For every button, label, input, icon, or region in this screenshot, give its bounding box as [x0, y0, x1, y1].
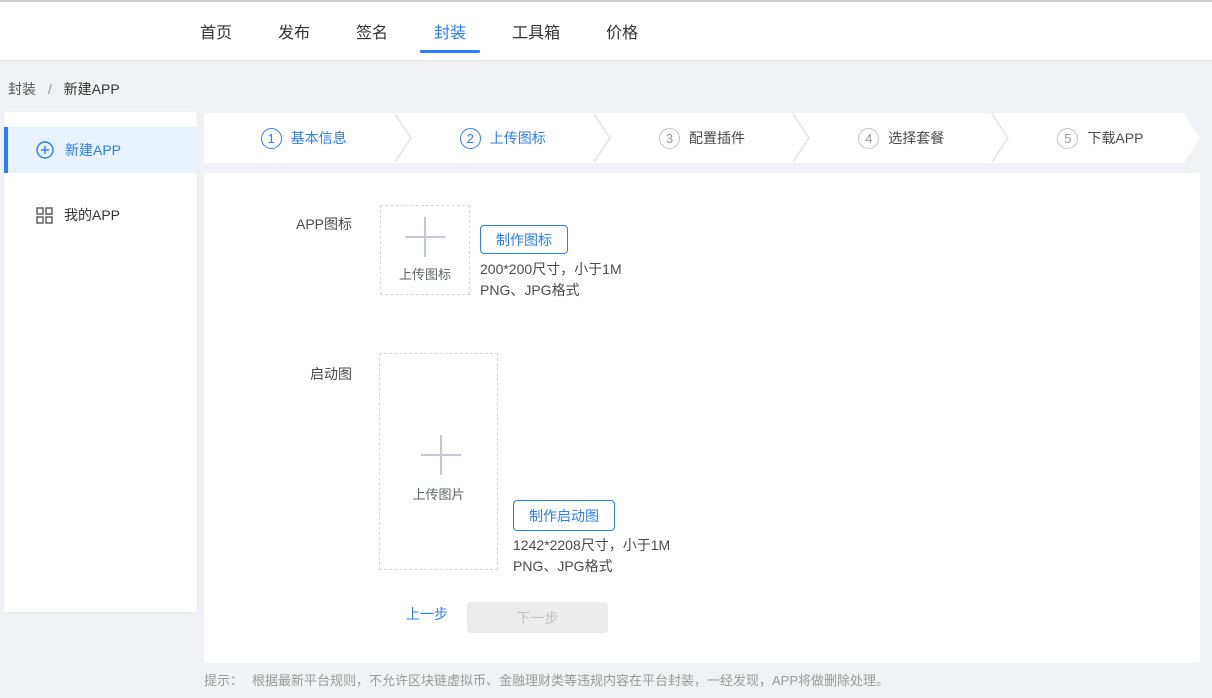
- sidebar-item-label: 我的APP: [64, 205, 120, 225]
- breadcrumb-section[interactable]: 封装: [8, 81, 36, 97]
- make-splash-button[interactable]: 制作启动图: [513, 500, 615, 531]
- breadcrumb-current: 新建APP: [64, 81, 120, 97]
- upload-icon-text: 上传图标: [399, 264, 451, 283]
- upload-image-text: 上传图片: [412, 484, 464, 503]
- app-icon-upload-box[interactable]: 上传图标: [380, 205, 470, 295]
- splash-format-requirement: PNG、JPG格式: [513, 556, 670, 577]
- splash-image-label: 启动图: [204, 364, 352, 384]
- splash-upload-box[interactable]: 上传图片: [379, 353, 498, 570]
- step-number: 4: [858, 128, 879, 149]
- chevron-right-icon: [990, 113, 1010, 163]
- upload-icon-panel: APP图标 上传图标 制作图标 200*200尺寸，小于1M PNG、JPG格式…: [204, 173, 1200, 663]
- step-number: 5: [1057, 128, 1078, 149]
- sidebar-item-label: 新建APP: [65, 140, 121, 160]
- step-label: 下载APP: [1087, 128, 1143, 148]
- step-select-plan: 4 选择套餐: [802, 113, 1001, 163]
- tip-text: 根据最新平台规则，不允许区块链虚拟币、金融理财类等违规内容在平台封装，一经发现，…: [252, 673, 889, 688]
- top-header: 首页 发布 签名 封装 工具箱 价格: [0, 2, 1212, 61]
- nav-item-package[interactable]: 封装: [434, 19, 466, 43]
- step-download-app: 5 下载APP: [1001, 113, 1200, 163]
- icon-format-requirement: PNG、JPG格式: [480, 280, 622, 301]
- main-nav: 首页 发布 签名 封装 工具箱 价格: [200, 2, 638, 60]
- chevron-right-icon: [393, 113, 413, 163]
- previous-step-button[interactable]: 上一步: [406, 604, 448, 624]
- plus-icon: [405, 217, 445, 257]
- icon-size-requirement: 200*200尺寸，小于1M: [480, 259, 622, 280]
- step-number: 1: [261, 128, 282, 149]
- nav-item-publish[interactable]: 发布: [278, 19, 310, 43]
- app-icon-label: APP图标: [204, 214, 352, 234]
- grid-icon: [36, 207, 53, 224]
- step-label: 配置插件: [689, 128, 745, 148]
- step-label: 上传图标: [490, 128, 546, 148]
- tip-label: 提示：: [204, 673, 243, 688]
- icon-requirements: 200*200尺寸，小于1M PNG、JPG格式: [480, 259, 622, 301]
- sidebar-item-new-app[interactable]: 新建APP: [4, 127, 197, 173]
- circle-plus-icon: [36, 141, 54, 159]
- splash-requirements: 1242*2208尺寸，小于1M PNG、JPG格式: [513, 535, 670, 577]
- plus-icon: [421, 435, 457, 471]
- nav-item-price[interactable]: 价格: [606, 19, 638, 43]
- chevron-right-icon: [791, 113, 811, 163]
- nav-item-home[interactable]: 首页: [200, 19, 232, 43]
- step-number: 2: [460, 128, 481, 149]
- step-label: 选择套餐: [888, 128, 944, 148]
- nav-item-sign[interactable]: 签名: [356, 19, 388, 43]
- step-configure-plugins: 3 配置插件: [602, 113, 801, 163]
- breadcrumb-separator: /: [48, 81, 52, 97]
- make-icon-button[interactable]: 制作图标: [480, 225, 568, 254]
- sidebar-item-my-app[interactable]: 我的APP: [4, 195, 197, 235]
- step-basic-info: 1 基本信息: [204, 113, 403, 163]
- breadcrumb: 封装 / 新建APP: [8, 79, 120, 99]
- nav-item-toolbox[interactable]: 工具箱: [512, 19, 560, 43]
- chevron-right-icon: [592, 113, 612, 163]
- splash-size-requirement: 1242*2208尺寸，小于1M: [513, 535, 670, 556]
- sidebar: 新建APP 我的APP: [4, 112, 197, 612]
- step-upload-icon: 2 上传图标: [403, 113, 602, 163]
- next-step-button[interactable]: 下一步: [467, 602, 608, 633]
- step-number: 3: [659, 128, 680, 149]
- step-label: 基本信息: [291, 128, 347, 148]
- steps-wizard: 1 基本信息 2 上传图标 3 配置插件 4 选择套餐 5 下载APP: [204, 113, 1200, 163]
- platform-rules-tip: 提示： 根据最新平台规则，不允许区块链虚拟币、金融理财类等违规内容在平台封装，一经…: [204, 670, 889, 689]
